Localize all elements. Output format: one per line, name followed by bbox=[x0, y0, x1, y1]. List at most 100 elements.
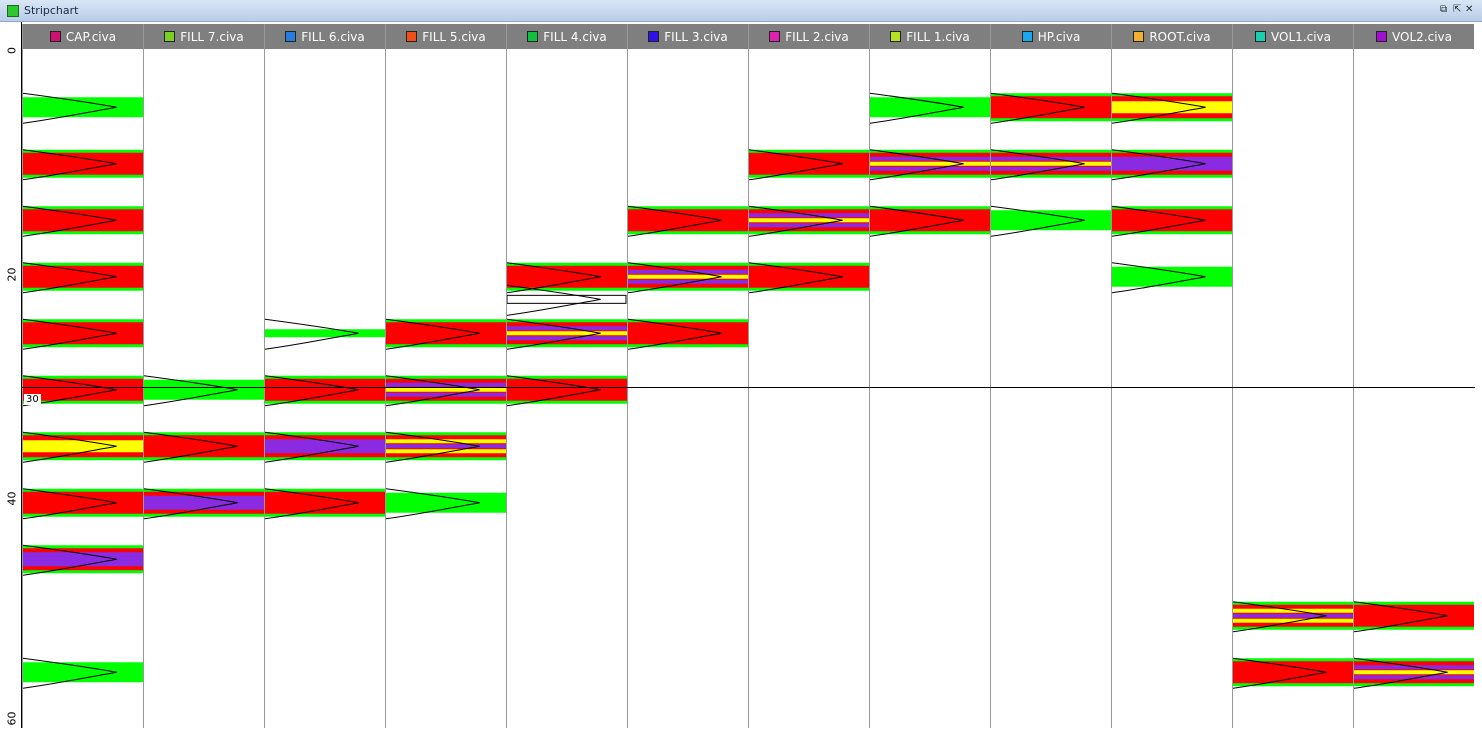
track-column[interactable]: FILL 6.civa bbox=[264, 24, 385, 728]
track-color-swatch bbox=[769, 31, 781, 42]
track-header[interactable]: FILL 2.civa bbox=[749, 24, 869, 49]
track-label: FILL 7.civa bbox=[180, 29, 244, 44]
cursor-line[interactable] bbox=[22, 387, 1475, 388]
track-plot-area[interactable] bbox=[144, 49, 264, 728]
track-header[interactable]: FILL 6.civa bbox=[265, 24, 385, 49]
axis-tick-20: 20 bbox=[5, 267, 19, 282]
track-label: VOL2.civa bbox=[1392, 29, 1452, 44]
track-plot-area[interactable] bbox=[1112, 49, 1232, 728]
track-color-swatch bbox=[1133, 31, 1145, 42]
band-red bbox=[1354, 601, 1474, 633]
track-label: CAP.civa bbox=[65, 29, 117, 44]
band-red bbox=[23, 488, 143, 520]
track-label: VOL1.civa bbox=[1271, 29, 1331, 44]
band-red bbox=[1112, 205, 1232, 237]
track-column[interactable]: FILL 4.civa bbox=[506, 24, 627, 728]
band-red bbox=[23, 318, 143, 350]
band-stripe-yellow bbox=[386, 431, 506, 463]
track-label: FILL 4.civa bbox=[543, 29, 607, 44]
track-label: HP.civa bbox=[1037, 29, 1081, 44]
band-red bbox=[23, 262, 143, 294]
track-color-swatch bbox=[285, 31, 297, 42]
track-header[interactable]: FILL 4.civa bbox=[507, 24, 627, 49]
band-purple bbox=[1112, 149, 1232, 181]
band-red bbox=[991, 92, 1111, 124]
track-plot-area[interactable] bbox=[749, 49, 869, 728]
track-column[interactable]: CAP.civa bbox=[22, 24, 143, 728]
track-plot-area[interactable] bbox=[386, 49, 506, 728]
track-plot-area[interactable] bbox=[1233, 49, 1353, 728]
track-header[interactable]: FILL 7.civa bbox=[144, 24, 264, 49]
track-label: FILL 6.civa bbox=[301, 29, 365, 44]
band-purple bbox=[265, 431, 385, 463]
track-column[interactable]: FILL 2.civa bbox=[748, 24, 869, 728]
track-header[interactable]: VOL2.civa bbox=[1354, 24, 1474, 49]
track-label: FILL 1.civa bbox=[906, 29, 970, 44]
track-plot-area[interactable] bbox=[507, 49, 627, 728]
track-column[interactable]: ROOT.civa bbox=[1111, 24, 1232, 728]
track-column[interactable]: FILL 3.civa bbox=[627, 24, 748, 728]
band-red bbox=[23, 375, 143, 407]
track-column[interactable]: FILL 5.civa bbox=[385, 24, 506, 728]
depth-axis: 0 20 40 60 bbox=[0, 22, 22, 728]
band-red bbox=[870, 205, 990, 237]
band-red bbox=[507, 375, 627, 407]
band-stripe bbox=[1354, 657, 1474, 689]
track-column[interactable]: HP.civa bbox=[990, 24, 1111, 728]
band-stripe bbox=[628, 262, 748, 294]
track-header[interactable]: FILL 1.civa bbox=[870, 24, 990, 49]
band-stripe bbox=[386, 375, 506, 407]
band-purple bbox=[144, 488, 264, 520]
band-red bbox=[23, 205, 143, 237]
track-color-swatch bbox=[527, 31, 539, 42]
restore-window-icon[interactable]: ⧉ bbox=[1440, 4, 1447, 16]
band-red bbox=[1233, 657, 1353, 689]
axis-tick-0: 0 bbox=[5, 47, 19, 54]
track-header[interactable]: FILL 3.civa bbox=[628, 24, 748, 49]
track-plot-area[interactable] bbox=[870, 49, 990, 728]
track-label: ROOT.civa bbox=[1149, 29, 1211, 44]
band-red bbox=[749, 262, 869, 294]
track-column[interactable]: FILL 7.civa bbox=[143, 24, 264, 728]
track-header[interactable]: VOL1.civa bbox=[1233, 24, 1353, 49]
track-plot-area[interactable] bbox=[23, 49, 143, 728]
band-yellow bbox=[1112, 92, 1232, 124]
track-header[interactable]: FILL 5.civa bbox=[386, 24, 506, 49]
band-yellow bbox=[23, 431, 143, 463]
band-red bbox=[628, 205, 748, 237]
track-column[interactable]: VOL1.civa bbox=[1232, 24, 1353, 728]
track-color-swatch bbox=[1376, 31, 1388, 42]
detach-window-icon[interactable]: ⇱ bbox=[1453, 4, 1461, 16]
band-green bbox=[386, 488, 506, 520]
band-green bbox=[144, 375, 264, 407]
track-color-swatch bbox=[890, 31, 902, 42]
track-header[interactable]: CAP.civa bbox=[23, 24, 143, 49]
track-plot-area[interactable] bbox=[628, 49, 748, 728]
track-label: FILL 3.civa bbox=[664, 29, 728, 44]
track-plot-area[interactable] bbox=[991, 49, 1111, 728]
track-header[interactable]: HP.civa bbox=[991, 24, 1111, 49]
track-plot-area[interactable] bbox=[1354, 49, 1474, 728]
track-color-swatch bbox=[406, 31, 418, 42]
band-stripe-yellow bbox=[1233, 601, 1353, 633]
band-stripe bbox=[991, 149, 1111, 181]
close-window-icon[interactable]: ✕ bbox=[1465, 4, 1473, 16]
track-color-swatch bbox=[1255, 31, 1267, 42]
track-column[interactable]: FILL 1.civa bbox=[869, 24, 990, 728]
track-label: FILL 5.civa bbox=[422, 29, 486, 44]
axis-tick-40: 40 bbox=[5, 491, 19, 506]
stripchart-app-icon bbox=[7, 5, 19, 17]
track-plot-area[interactable] bbox=[265, 49, 385, 728]
band-stripe bbox=[870, 149, 990, 181]
band-green bbox=[991, 205, 1111, 237]
band-green bbox=[870, 92, 990, 124]
track-column[interactable]: VOL2.civa bbox=[1353, 24, 1474, 728]
track-header[interactable]: ROOT.civa bbox=[1112, 24, 1232, 49]
track-label: FILL 2.civa bbox=[785, 29, 849, 44]
band-red bbox=[23, 149, 143, 181]
window-titlebar: Stripchart ⧉ ⇱ ✕ bbox=[0, 0, 1482, 22]
band-red bbox=[628, 318, 748, 350]
band-green bbox=[1112, 262, 1232, 294]
cursor-depth-readout: 30 bbox=[24, 394, 41, 405]
band-red bbox=[144, 431, 264, 463]
